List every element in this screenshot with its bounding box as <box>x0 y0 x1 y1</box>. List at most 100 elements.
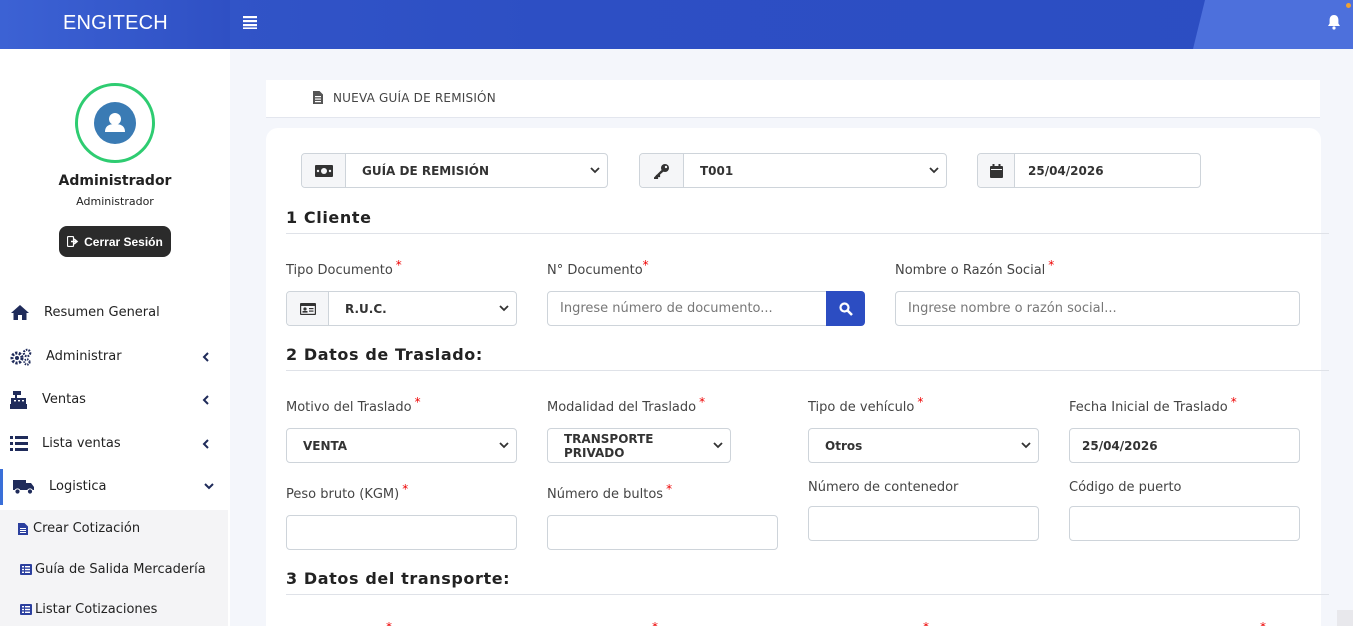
user-icon <box>94 102 136 144</box>
doc-number-input[interactable]: Ingrese número de documento... <box>547 291 828 326</box>
chevron-down-icon <box>492 442 516 449</box>
sidebar-item-resumen[interactable]: Resumen General <box>0 295 230 331</box>
page-header: NUEVA GUÍA DE REMISIÓN <box>266 80 1320 118</box>
business-name-label: Nombre o Razón Social * <box>895 258 1055 278</box>
list-icon <box>10 436 32 454</box>
divider <box>286 594 1329 595</box>
id-card-icon <box>287 292 329 325</box>
sidebar-item-lista-ventas[interactable]: Lista ventas <box>0 426 230 462</box>
calendar-icon <box>978 154 1015 187</box>
vehicle-type-label: Tipo de vehículo * <box>808 395 924 415</box>
sidebar-item-label: Administrar <box>46 349 122 364</box>
required-mark: * <box>402 482 409 496</box>
chevron-left-icon <box>202 352 212 362</box>
chevron-down-icon <box>706 442 730 449</box>
truck-icon <box>13 479 35 497</box>
chevron-down-icon <box>922 154 946 187</box>
section-title-cliente: 1 Cliente <box>286 208 372 227</box>
required-mark: * <box>642 258 649 272</box>
doc-number-label: N° Documento* <box>547 258 649 278</box>
business-name-input[interactable]: Ingrese nombre o razón social... <box>895 291 1300 326</box>
container-number-input[interactable] <box>808 506 1039 541</box>
mode-value: TRANSPORTE PRIVADO <box>564 431 654 460</box>
logistica-submenu: Crear Cotización Guía de Salida Mercader… <box>0 510 228 626</box>
required-mark: * <box>395 258 402 272</box>
doc-number-placeholder: Ingrese número de documento... <box>560 301 773 316</box>
issue-date-value: 25/04/2026 <box>1028 163 1104 178</box>
section-title-traslado: 2 Datos de Traslado: <box>286 345 483 364</box>
list-alt-icon <box>20 603 32 616</box>
issue-date-input[interactable]: 25/04/2026 <box>977 153 1201 188</box>
list-alt-icon <box>20 563 32 576</box>
avatar <box>75 83 155 163</box>
search-icon <box>838 301 853 316</box>
packages-label: Número de bultos * <box>547 482 673 502</box>
start-date-input[interactable]: 25/04/2026 <box>1069 428 1300 463</box>
submenu-item-listar-cotizaciones[interactable]: Listar Cotizaciones <box>20 602 157 617</box>
home-icon <box>10 304 32 322</box>
sidebar-item-label: Resumen General <box>44 305 160 320</box>
reason-select[interactable]: VENTA <box>286 428 517 463</box>
client-doc-type-select[interactable]: R.U.C. <box>286 291 517 326</box>
bars-icon[interactable] <box>243 15 259 31</box>
logout-button[interactable]: Cerrar Sesión <box>59 226 171 257</box>
notification-dot <box>1346 3 1351 8</box>
submenu-item-guia-salida[interactable]: Guía de Salida Mercadería <box>20 562 206 577</box>
sidebar-item-label: Ventas <box>42 392 86 407</box>
port-code-input[interactable] <box>1069 506 1300 541</box>
sidebar-item-logistica[interactable]: Logistica <box>0 469 230 505</box>
sidebar-item-label: Lista ventas <box>42 436 121 451</box>
port-code-label: Código de puerto <box>1069 480 1182 495</box>
chevron-left-icon <box>202 439 212 449</box>
vehicle-type-select[interactable]: Otros <box>808 428 1039 463</box>
document-type-value: GUÍA DE REMISIÓN <box>362 163 490 178</box>
user-role: Administrador <box>76 195 154 208</box>
scrollbar[interactable] <box>1337 610 1353 626</box>
bell-icon[interactable] <box>1327 14 1343 32</box>
required-mark: * <box>923 620 929 626</box>
business-name-placeholder: Ingrese nombre o razón social... <box>908 301 1117 316</box>
user-name: Administrador <box>58 173 172 189</box>
required-mark: * <box>652 620 658 626</box>
document-type-select[interactable]: GUÍA DE REMISIÓN <box>301 153 608 188</box>
reason-label: Motivo del Traslado * <box>286 395 421 415</box>
cash-register-icon <box>10 391 32 409</box>
required-mark: * <box>386 620 392 626</box>
mode-select[interactable]: TRANSPORTE PRIVADO <box>547 428 731 463</box>
chevron-left-icon <box>202 395 212 405</box>
client-doc-type-value: R.U.C. <box>345 301 387 316</box>
required-mark: * <box>699 395 706 409</box>
submenu-item-crear-cotizacion[interactable]: Crear Cotización <box>18 521 140 536</box>
required-mark: * <box>917 395 924 409</box>
brand-logo[interactable]: ENGITECH <box>63 12 168 35</box>
series-select[interactable]: T001 <box>639 153 947 188</box>
required-mark: * <box>1048 258 1055 272</box>
sidebar-item-label: Logistica <box>49 479 107 494</box>
container-number-label: Número de contenedor <box>808 480 959 495</box>
required-mark: * <box>1260 620 1266 626</box>
chevron-down-icon <box>492 292 516 325</box>
required-mark: * <box>414 395 421 409</box>
section-title-transporte: 3 Datos del transporte: <box>286 569 511 588</box>
chevron-down-icon <box>1014 442 1038 449</box>
search-button[interactable] <box>826 291 865 326</box>
cogs-icon <box>10 348 32 366</box>
sidebar-item-administrar[interactable]: Administrar <box>0 339 230 375</box>
file-alt-icon <box>313 91 324 105</box>
required-mark: * <box>666 482 673 496</box>
series-value: T001 <box>700 163 734 178</box>
gross-weight-label: Peso bruto (KGM) * <box>286 482 409 502</box>
sidebar-item-ventas[interactable]: Ventas <box>0 382 230 418</box>
logout-label: Cerrar Sesión <box>84 234 163 249</box>
divider <box>286 233 1329 234</box>
chevron-down-icon <box>583 154 607 187</box>
sidebar: Administrador Administrador Cerrar Sesió… <box>0 49 230 626</box>
vehicle-type-value: Otros <box>825 438 863 453</box>
packages-input[interactable] <box>547 515 778 550</box>
start-date-value: 25/04/2026 <box>1082 438 1158 453</box>
submenu-item-label: Guía de Salida Mercadería <box>35 562 206 577</box>
gross-weight-input[interactable] <box>286 515 517 550</box>
mode-label: Modalidad del Traslado * <box>547 395 706 415</box>
money-bill-icon <box>302 154 346 187</box>
divider <box>286 370 1329 371</box>
